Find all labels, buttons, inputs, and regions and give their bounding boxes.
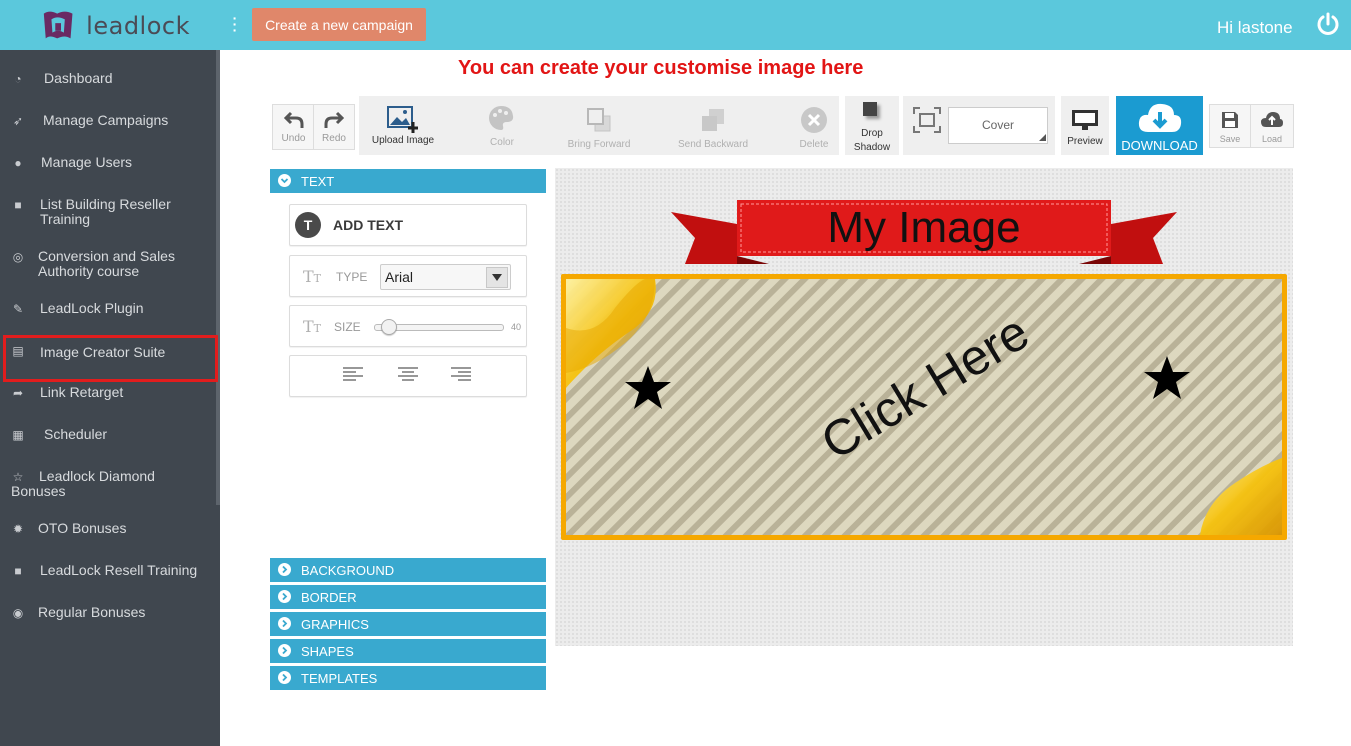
delete-button[interactable]: Delete — [790, 98, 838, 153]
logo-mark-icon — [43, 11, 73, 39]
chevron-right-icon — [278, 563, 291, 576]
align-center-icon[interactable] — [398, 367, 418, 383]
sidebar-item-manage-users[interactable]: ● Manage Users — [0, 150, 216, 176]
sidebar-item-leadlock-plugin[interactable]: ✎ LeadLock Plugin — [0, 296, 216, 322]
redo-icon — [324, 111, 344, 128]
preview-button[interactable]: Preview — [1061, 96, 1109, 155]
close-circle-icon — [801, 107, 827, 133]
sidebar-item-leadlock-resell-training[interactable]: ■ LeadLock Resell Training — [0, 558, 216, 584]
save-button[interactable]: Save — [1209, 104, 1251, 148]
cloud-upload-icon — [1261, 112, 1283, 127]
chevron-right-icon — [278, 644, 291, 657]
slider-thumb[interactable] — [381, 319, 397, 335]
sidebar-item-scheduler[interactable]: ▦ Scheduler — [0, 422, 216, 448]
font-size-row: TT SIZE 40 — [289, 305, 527, 347]
rocket-icon: ➶ — [12, 114, 24, 128]
image-canvas[interactable]: My Image Click Here — [555, 168, 1293, 646]
create-campaign-button[interactable]: Create a new campaign — [252, 8, 426, 41]
sidebar-item-link-retarget[interactable]: ➦ Link Retarget — [0, 380, 216, 406]
text-type-icon: TT — [303, 267, 322, 286]
download-button[interactable]: DOWNLOAD — [1116, 96, 1203, 155]
drop-shadow-button[interactable]: Drop Shadow — [845, 96, 899, 155]
fit-screen-icon[interactable] — [912, 106, 942, 134]
video-icon: ■ — [14, 198, 22, 212]
brand-name: leadlock — [86, 12, 190, 40]
chevron-down-icon — [486, 267, 508, 288]
section-graphics[interactable]: GRAPHICS — [270, 612, 546, 636]
font-type-row: TT TYPE Arial — [289, 255, 527, 297]
chevron-right-icon — [278, 590, 291, 603]
align-left-icon[interactable] — [343, 367, 363, 383]
list-icon: ▤ — [12, 344, 24, 358]
sidebar-item-regular-bonuses[interactable]: ◉ Regular Bonuses — [0, 600, 216, 626]
chevron-right-icon — [278, 617, 291, 630]
add-text-button[interactable]: T ADD TEXT — [289, 204, 527, 246]
fit-mode-select[interactable]: Cover — [948, 107, 1048, 144]
dashboard-icon: ◔ — [14, 72, 22, 86]
plug-icon: ✎ — [12, 302, 24, 316]
section-templates[interactable]: TEMPLATES — [270, 666, 546, 690]
upload-image-button[interactable]: Upload Image — [362, 98, 444, 153]
ribbon-title[interactable]: My Image — [737, 203, 1111, 253]
send-backward-icon — [702, 109, 724, 131]
target-icon: ◎ — [12, 250, 24, 264]
more-menu-icon[interactable]: · · · — [231, 11, 239, 37]
redo-button[interactable]: Redo — [313, 104, 355, 150]
video-icon: ■ — [14, 564, 22, 578]
chevron-down-icon — [278, 174, 291, 187]
font-size-slider[interactable] — [374, 319, 504, 335]
sidebar-item-image-creator-suite[interactable]: ▤ Image Creator Suite — [3, 335, 218, 382]
color-button[interactable]: Color — [465, 98, 539, 153]
share-icon: ➦ — [12, 386, 24, 400]
user-greeting: Hi lastone — [1217, 18, 1293, 37]
section-background[interactable]: BACKGROUND — [270, 558, 546, 582]
bring-forward-button[interactable]: Bring Forward — [558, 98, 640, 153]
text-align-row — [289, 355, 527, 397]
section-shapes[interactable]: SHAPES — [270, 639, 546, 663]
text-section-header[interactable]: TEXT — [270, 169, 546, 193]
sidebar-item-list-building-reseller-training[interactable]: ■ List Building Reseller Training — [0, 192, 216, 232]
palette-icon — [489, 106, 514, 130]
load-button[interactable]: Load — [1250, 104, 1294, 148]
undo-icon — [284, 111, 304, 128]
gear-icon: ✹ — [12, 522, 24, 536]
font-family-select[interactable]: Arial — [380, 264, 511, 290]
text-size-icon: TT — [303, 317, 322, 336]
section-border[interactable]: BORDER — [270, 585, 546, 609]
add-text-icon: T — [295, 212, 321, 238]
sidebar-item-oto-bonuses[interactable]: ✹ OTO Bonuses — [0, 516, 216, 542]
page-headline: You can create your customise image here — [458, 57, 864, 79]
leadlock-logo[interactable]: leadlock — [40, 8, 190, 44]
sidebar-scrollbar[interactable] — [216, 50, 220, 505]
drop-shadow-icon — [863, 102, 877, 116]
resize-corner-icon — [1039, 134, 1046, 141]
monitor-icon — [1072, 110, 1098, 130]
top-bar: leadlock · · · Create a new campaign Hi la… — [0, 0, 1351, 50]
cloud-download-icon — [1138, 103, 1182, 132]
align-right-icon[interactable] — [451, 367, 471, 383]
floppy-disk-icon — [1222, 112, 1238, 128]
sidebar-item-dashboard[interactable]: ◔ Dashboard — [0, 66, 216, 92]
calendar-icon: ▦ — [12, 428, 24, 442]
sidebar-item-leadlock-diamond-bonuses[interactable]: ☆ Leadlock Diamond Bonuses — [0, 464, 216, 504]
sidebar-item-manage-campaigns[interactable]: ➶ Manage Campaigns — [0, 108, 216, 134]
compass-icon: ◉ — [12, 606, 24, 620]
undo-button[interactable]: Undo — [272, 104, 315, 150]
power-icon[interactable] — [1316, 12, 1340, 36]
send-backward-button[interactable]: Send Backward — [668, 98, 758, 153]
chevron-right-icon — [278, 671, 291, 684]
upload-image-icon — [387, 106, 418, 133]
user-icon: ● — [14, 156, 22, 170]
sidebar-item-conversion-and-sales-authority-course[interactable]: ◎ Conversion and Sales Authority course — [0, 244, 216, 284]
bring-forward-icon — [587, 108, 611, 132]
